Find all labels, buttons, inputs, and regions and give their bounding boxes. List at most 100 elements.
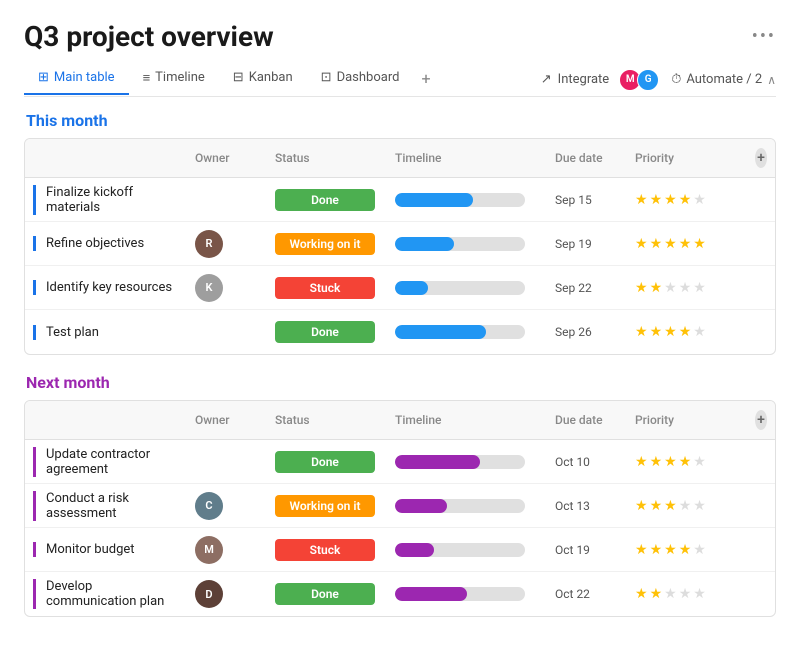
status-cell[interactable]: Done (267, 577, 387, 611)
timeline-track (395, 455, 525, 469)
status-badge[interactable]: Stuck (275, 539, 375, 561)
table-row[interactable]: Refine objectivesRWorking on itSep 19★★★… (25, 222, 775, 266)
status-badge[interactable]: Done (275, 583, 375, 605)
table-row[interactable]: Identify key resourcesKStuckSep 22★★★★★ (25, 266, 775, 310)
star-rating[interactable]: ★★★★★ (635, 280, 706, 296)
star-rating[interactable]: ★★★★★ (635, 454, 706, 470)
table-row[interactable]: Monitor budgetMStuckOct 19★★★★★ (25, 528, 775, 572)
table-row[interactable]: Develop communication planDDoneOct 22★★★… (25, 572, 775, 616)
more-options-icon[interactable]: ••• (752, 26, 776, 47)
automate-button[interactable]: ⏱ Automate / 2 ∧ (671, 72, 776, 87)
star-5: ★ (693, 192, 706, 208)
avatar: C (195, 492, 223, 520)
star-rating[interactable]: ★★★★★ (635, 542, 706, 558)
due-date: Oct 19 (555, 543, 590, 557)
dashboard-icon: ⊡ (321, 70, 332, 85)
kanban-icon: ⊟ (233, 70, 244, 85)
star-3: ★ (664, 498, 677, 514)
task-name-cell: Test plan (25, 319, 187, 346)
star-2: ★ (650, 236, 663, 252)
next-month-rows: Update contractor agreementDoneOct 10★★★… (25, 440, 775, 616)
status-badge[interactable]: Working on it (275, 495, 375, 517)
star-1: ★ (635, 324, 648, 340)
tab-main-table-label: Main table (54, 70, 115, 85)
timeline-cell (387, 231, 547, 257)
table-row[interactable]: Conduct a risk assessmentCWorking on itO… (25, 484, 775, 528)
star-5: ★ (693, 542, 706, 558)
tab-dashboard[interactable]: ⊡ Dashboard (307, 64, 414, 95)
star-2: ★ (650, 192, 663, 208)
add-col-btn-nm[interactable]: + (755, 410, 767, 430)
status-cell[interactable]: Done (267, 445, 387, 479)
star-4: ★ (679, 586, 692, 602)
task-name-cell: Monitor budget (25, 536, 187, 563)
tab-timeline[interactable]: ≡ Timeline (129, 64, 219, 96)
star-3: ★ (664, 324, 677, 340)
due-date: Oct 10 (555, 455, 590, 469)
task-name-cell: Identify key resources (25, 274, 187, 301)
add-column-next-month[interactable]: + (747, 406, 775, 434)
timeline-icon: ≡ (143, 70, 151, 86)
next-month-table-header: Owner Status Timeline Due date Priority … (25, 401, 775, 440)
star-5: ★ (693, 586, 706, 602)
due-date-cell: Sep 26 (547, 319, 627, 345)
integrate-button[interactable]: ↗ Integrate M G (541, 69, 659, 91)
row-action-cell (747, 456, 775, 468)
status-cell[interactable]: Stuck (267, 533, 387, 567)
automate-label: Automate / 2 (686, 72, 762, 87)
status-badge[interactable]: Done (275, 321, 375, 343)
star-1: ★ (635, 498, 648, 514)
add-col-btn[interactable]: + (755, 148, 767, 168)
table-row[interactable]: Update contractor agreementDoneOct 10★★★… (25, 440, 775, 484)
row-action-cell (747, 282, 775, 294)
status-cell[interactable]: Working on it (267, 489, 387, 523)
timeline-fill (395, 237, 454, 251)
avatar-2: G (637, 69, 659, 91)
next-month-title: Next month (24, 373, 776, 392)
tab-main-table[interactable]: ⊞ Main table (24, 64, 129, 95)
add-view-button[interactable]: + (413, 63, 438, 96)
star-rating[interactable]: ★★★★★ (635, 324, 706, 340)
star-3: ★ (664, 454, 677, 470)
row-action-cell (747, 500, 775, 512)
task-name: Finalize kickoff materials (33, 185, 179, 215)
tab-kanban[interactable]: ⊟ Kanban (219, 64, 307, 95)
col-status-nm: Status (267, 406, 387, 434)
priority-cell: ★★★★★ (627, 186, 747, 214)
next-month-section: Next month Owner Status Timeline Due dat… (24, 373, 776, 617)
main-table-icon: ⊞ (38, 70, 49, 85)
avatar: D (195, 580, 223, 608)
timeline-track (395, 237, 525, 251)
status-cell[interactable]: Stuck (267, 271, 387, 305)
table-row[interactable]: Finalize kickoff materialsDoneSep 15★★★★… (25, 178, 775, 222)
timeline-track (395, 587, 525, 601)
star-1: ★ (635, 586, 648, 602)
star-rating[interactable]: ★★★★★ (635, 236, 706, 252)
task-name: Refine objectives (33, 236, 144, 251)
status-badge[interactable]: Stuck (275, 277, 375, 299)
star-1: ★ (635, 454, 648, 470)
star-2: ★ (650, 454, 663, 470)
status-cell[interactable]: Working on it (267, 227, 387, 261)
add-column-this-month[interactable]: + (747, 144, 775, 172)
owner-cell (187, 326, 267, 338)
status-cell[interactable]: Done (267, 315, 387, 349)
row-action-cell (747, 326, 775, 338)
star-rating[interactable]: ★★★★★ (635, 498, 706, 514)
status-badge[interactable]: Working on it (275, 233, 375, 255)
row-action-cell (747, 544, 775, 556)
col-task (25, 144, 187, 172)
status-badge[interactable]: Done (275, 189, 375, 211)
star-rating[interactable]: ★★★★★ (635, 192, 706, 208)
col-timeline-nm: Timeline (387, 406, 547, 434)
task-name: Conduct a risk assessment (33, 491, 179, 521)
timeline-fill (395, 543, 434, 557)
integrate-label: Integrate (558, 72, 610, 87)
star-rating[interactable]: ★★★★★ (635, 586, 706, 602)
col-status: Status (267, 144, 387, 172)
page-title: Q3 project overview (24, 20, 274, 53)
table-row[interactable]: Test plan Done Sep 26 ★★★★★ (25, 310, 775, 354)
status-badge[interactable]: Done (275, 451, 375, 473)
star-2: ★ (650, 324, 663, 340)
status-cell[interactable]: Done (267, 183, 387, 217)
